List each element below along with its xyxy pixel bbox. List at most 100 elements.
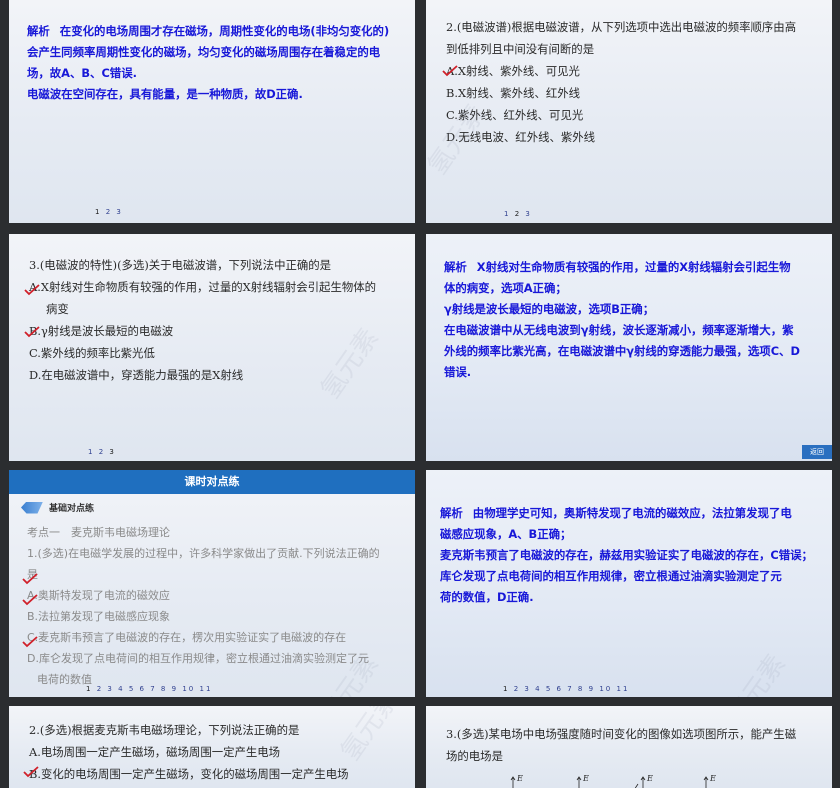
page-link[interactable]: 3 — [116, 208, 122, 216]
question-stem: 2.(多选)根据麦克斯韦电磁场理论，下列说法正确的是 — [29, 723, 300, 737]
page-link[interactable]: 9 — [589, 685, 595, 693]
analysis-line: 库仑发现了点电荷间的相互作用规律，密立根通过油滴实验测定了元 — [440, 569, 782, 583]
option-b[interactable]: B.X射线、紫外线、红外线 — [446, 82, 826, 104]
option-a[interactable]: A.X射线对生命物质有较强的作用，过量的X射线辐射会引起生物体的 — [29, 276, 409, 298]
option-c[interactable]: C.紫外线的频率比紫光低 — [29, 342, 409, 364]
page-link[interactable]: 3 — [109, 448, 115, 456]
slide-1[interactable]: 解析 在变化的电场周围才存在磁场，周期性变化的电场(非均匀变化的) 会产生同频率周… — [9, 0, 415, 223]
slide-5[interactable]: 课时对点练 基础对点练 考点一 麦克斯韦电磁场理论 1.(多选)在电磁学发展的过… — [9, 470, 415, 697]
page-link[interactable]: 10 — [182, 685, 195, 693]
page-indicator: 1 2 3 — [95, 208, 123, 216]
page-link[interactable]: 11 — [616, 685, 629, 693]
option-a[interactable]: A.电场周围一定产生磁场，磁场周围一定产生电场 — [29, 741, 409, 763]
page-link[interactable]: 5 — [129, 685, 135, 693]
section-header: 课时对点练 — [9, 470, 415, 494]
page-link[interactable]: 6 — [140, 685, 146, 693]
page-link[interactable]: 8 — [578, 685, 584, 693]
question-stem: 1.(多选)在电磁学发展的过程中，许多科学家做出了贡献.下列说法正确的 — [27, 547, 380, 560]
slide-3[interactable]: 3.(电磁波的特性)(多选)关于电磁波谱，下列说法中正确的是 A.X射线对生命物… — [9, 234, 415, 461]
page-link[interactable]: 1 — [503, 685, 509, 693]
page-link[interactable]: 2 — [99, 448, 105, 456]
option-d[interactable]: D.在电磁波谱中，穿透能力最强的是X射线 — [29, 364, 409, 386]
option-b[interactable]: B.γ射线是波长最短的电磁波 — [29, 320, 409, 342]
answer-check-icon — [22, 636, 38, 648]
page-link[interactable]: 4 — [118, 685, 124, 693]
axis-label: E — [517, 774, 523, 783]
graph-d-axis: E — [703, 774, 717, 788]
slide-6[interactable]: 解析 由物理学史可知，奥斯特发现了电流的磁效应，法拉第发现了电 磁感应现象，A、B… — [426, 470, 832, 697]
analysis-tag: 解析 — [27, 24, 50, 38]
option-c[interactable]: C.紫外线、红外线、可见光 — [446, 104, 826, 126]
option-d-continued[interactable]: 电荷的数值 — [27, 669, 411, 690]
analysis-line: 麦克斯韦预言了电磁波的存在，赫兹用实验证实了电磁波的存在，C错误； — [440, 548, 813, 562]
question-block: 3.(多选)某电场中电场强度随时间变化的图像如选项图所示，能产生磁 场的电场是 — [446, 723, 826, 767]
page-link[interactable]: 11 — [199, 685, 212, 693]
answer-check-icon — [22, 573, 38, 585]
page-link[interactable]: 1 — [86, 685, 92, 693]
page-link[interactable]: 2 — [106, 208, 112, 216]
analysis-line: 场，故A、B、C错误. — [27, 66, 137, 80]
graph-c-axis: E — [634, 774, 654, 788]
option-a[interactable]: A.X射线、紫外线、可见光 — [446, 60, 826, 82]
page-link[interactable]: 10 — [599, 685, 612, 693]
analysis-line: 在电磁波谱中从无线电波到γ射线，波长逐渐减小，频率逐渐增大，紫 — [444, 323, 794, 337]
question-block: 2.(电磁波谱)根据电磁波谱，从下列选项中选出电磁波的频率顺序由高 到低排列且中… — [446, 16, 826, 148]
graph-a-axis: E — [510, 774, 524, 788]
watermark: 氢元素 — [722, 649, 792, 697]
page-link[interactable]: 4 — [535, 685, 541, 693]
page-link[interactable]: 2 — [514, 685, 520, 693]
page-indicator: 1 2 3 — [504, 210, 532, 218]
answer-check-icon — [23, 766, 39, 778]
page-link[interactable]: 1 — [504, 210, 510, 218]
slide-2[interactable]: 2.(电磁波谱)根据电磁波谱，从下列选项中选出电磁波的频率顺序由高 到低排列且中… — [426, 0, 832, 223]
analysis-line: γ射线是波长最短的电磁波，选项B正确； — [444, 302, 655, 316]
option-d[interactable]: D.无线电波、红外线、紫外线 — [446, 126, 826, 148]
page-link[interactable]: 3 — [107, 685, 113, 693]
page-indicator: 1 2 3 — [88, 448, 116, 456]
page-indicator: 1 2 3 4 5 6 7 8 9 10 11 — [503, 685, 629, 693]
analysis-block: 解析 X射线对生命物质有较强的作用，过量的X射线辐射会引起生物 体的病变，选项A正… — [444, 257, 828, 383]
answer-check-icon — [22, 594, 38, 606]
question-stem: 场的电场是 — [446, 749, 503, 763]
slide-7[interactable]: 2.(多选)根据麦克斯韦电磁场理论，下列说法正确的是 A.电场周围一定产生磁场，… — [9, 706, 415, 788]
slide-4[interactable]: 解析 X射线对生命物质有较强的作用，过量的X射线辐射会引起生物 体的病变，选项A正… — [426, 234, 832, 461]
analysis-line: 体的病变，选项A正确； — [444, 281, 567, 295]
analysis-line: 磁感应现象，A、B正确； — [440, 527, 572, 541]
page-link[interactable]: 2 — [515, 210, 521, 218]
section-label-text: 基础对点练 — [49, 504, 95, 514]
page-link[interactable]: 5 — [546, 685, 552, 693]
option-b[interactable]: B.法拉第发现了电磁感应现象 — [27, 606, 411, 627]
page-link[interactable]: 3 — [524, 685, 530, 693]
page-link[interactable]: 8 — [161, 685, 167, 693]
page-link[interactable]: 6 — [557, 685, 563, 693]
option-b[interactable]: B.变化的电场周围一定产生磁场，变化的磁场周围一定产生电场 — [29, 763, 409, 785]
analysis-line: 错误. — [444, 365, 472, 379]
option-a[interactable]: A.奥斯特发现了电流的磁效应 — [27, 585, 411, 606]
graph-b-axis: E — [576, 774, 590, 788]
section-label: 基础对点练 — [21, 501, 94, 514]
analysis-line: 外线的频率比紫光高，在电磁波谱中γ射线的穿透能力最强，选项C、D — [444, 344, 800, 358]
page-link[interactable]: 1 — [88, 448, 94, 456]
analysis-line: X射线对生命物质有较强的作用，过量的X射线辐射会引起生物 — [476, 260, 791, 274]
analysis-tag: 解析 — [440, 506, 463, 520]
page-link[interactable]: 3 — [525, 210, 531, 218]
page-link[interactable]: 9 — [172, 685, 178, 693]
answer-check-icon — [24, 326, 40, 338]
page-link[interactable]: 7 — [150, 685, 156, 693]
page-link[interactable]: 2 — [97, 685, 103, 693]
analysis-line: 由物理学史可知，奥斯特发现了电流的磁效应，法拉第发现了电 — [472, 506, 792, 520]
topic-title: 考点一 麦克斯韦电磁场理论 — [27, 526, 170, 539]
analysis-line: 电磁波在空间存在，具有能量，是一种物质，故D正确. — [27, 87, 303, 101]
analysis-line: 在变化的电场周围才存在磁场，周期性变化的电场(非均匀变化的) — [59, 24, 390, 38]
back-button[interactable]: 返回 — [802, 445, 832, 459]
diamond-icon — [21, 501, 43, 514]
option-d[interactable]: D.库仑发现了点电荷间的相互作用规律，密立根通过油滴实验测定了元 — [27, 648, 411, 669]
question-stem: 到低排列且中间没有间断的是 — [446, 42, 595, 56]
axis-label: E — [710, 774, 716, 783]
option-c[interactable]: C.麦克斯韦预言了电磁波的存在，楞次用实验证实了电磁波的存在 — [27, 627, 411, 648]
page-link[interactable]: 1 — [95, 208, 101, 216]
slide-8[interactable]: 3.(多选)某电场中电场强度随时间变化的图像如选项图所示，能产生磁 场的电场是 … — [426, 706, 832, 788]
page-link[interactable]: 7 — [567, 685, 573, 693]
option-a-continued[interactable]: 病变 — [29, 298, 409, 320]
analysis-tag: 解析 — [444, 260, 467, 274]
